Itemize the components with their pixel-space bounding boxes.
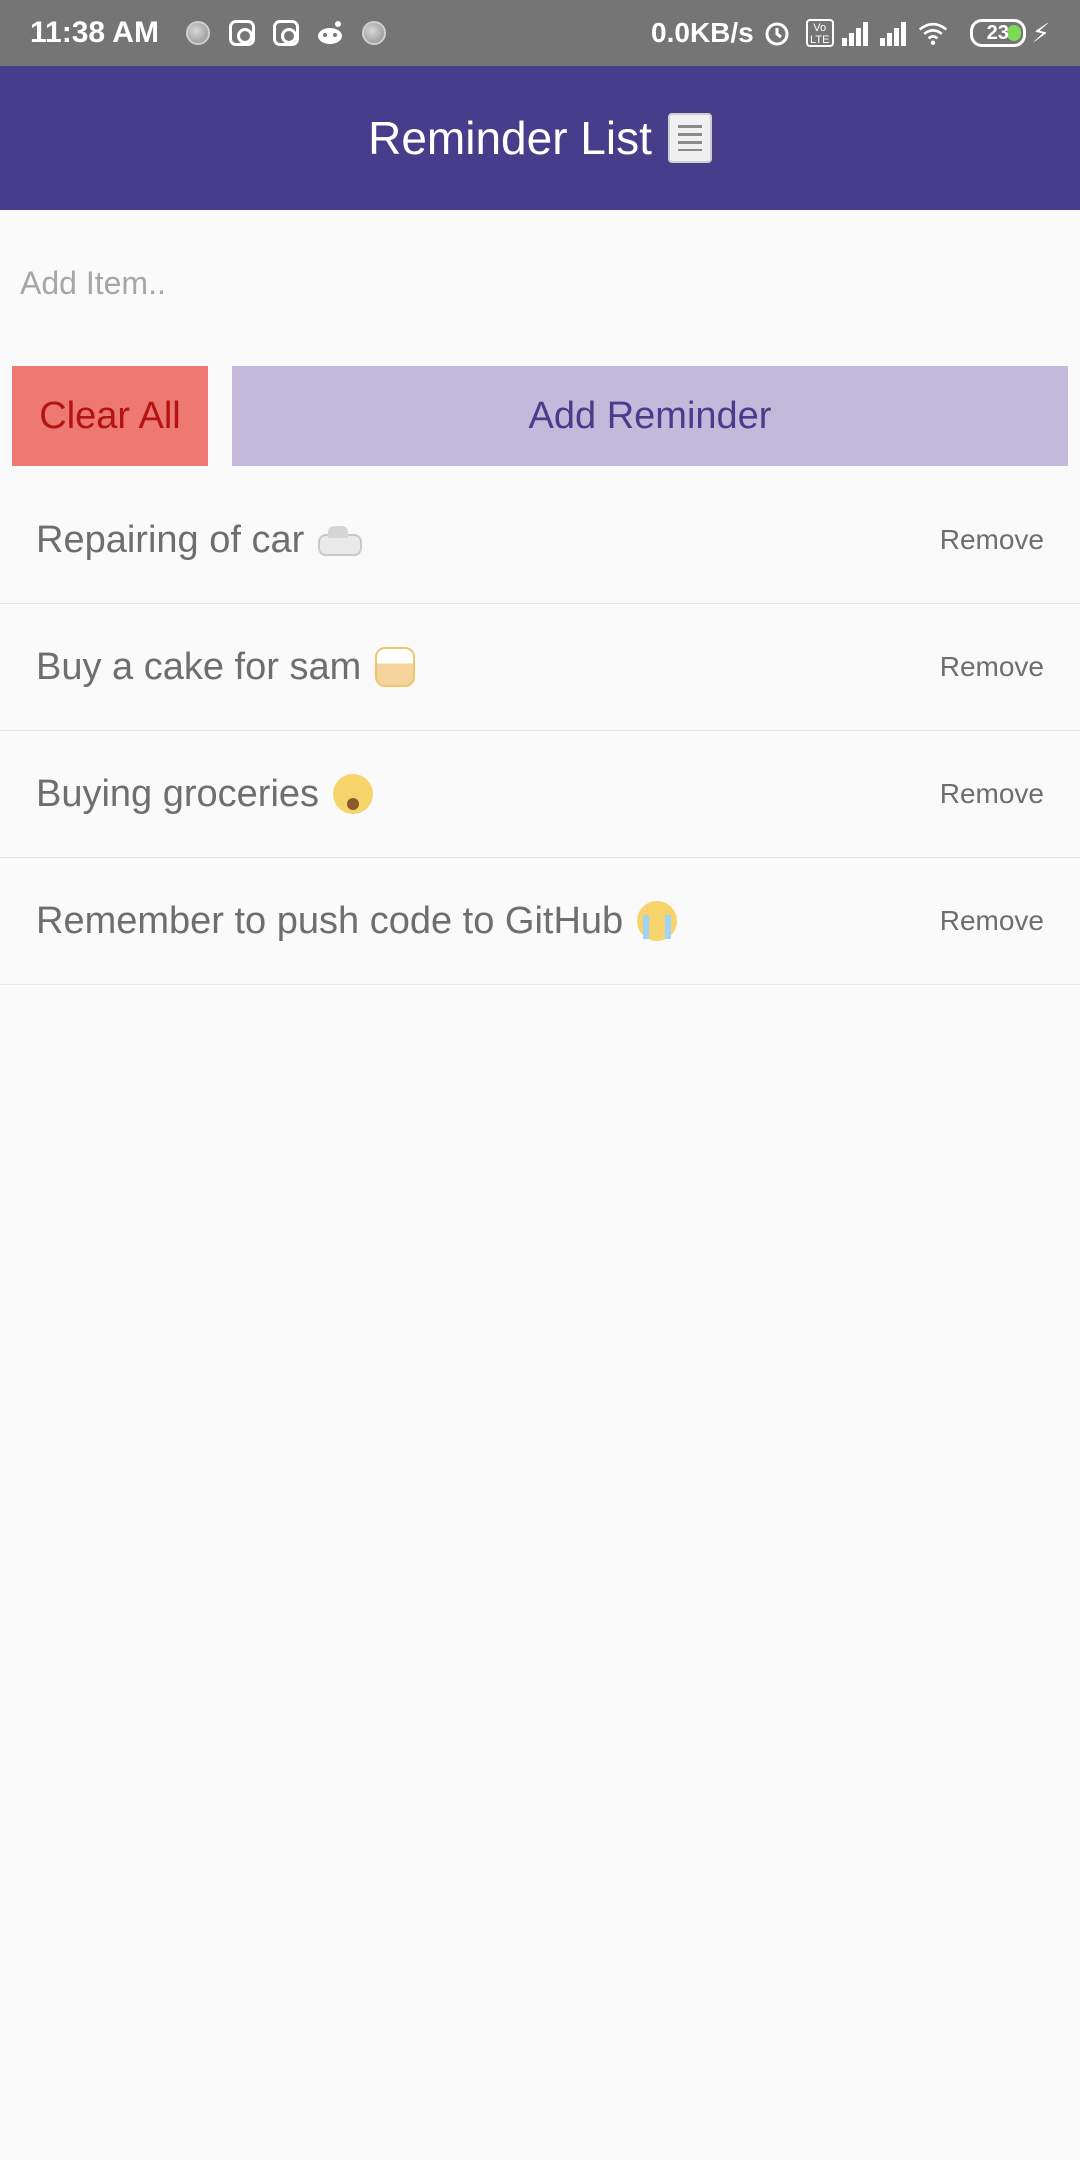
battery-percent: 23 bbox=[986, 21, 1009, 44]
status-bar: 11:38 AM 0.0KB/s Vo LTE 23 ⚡ bbox=[0, 0, 1080, 66]
instagram-icon bbox=[271, 18, 301, 48]
volte-icon: Vo LTE bbox=[805, 19, 834, 47]
page-title: Reminder List bbox=[368, 112, 652, 164]
list-item: Buying groceries Remove bbox=[0, 731, 1080, 858]
scroll-icon bbox=[667, 113, 712, 163]
reminder-text: Repairing of car bbox=[36, 518, 305, 561]
reddit-icon bbox=[315, 18, 345, 48]
crying-face-emoji-icon bbox=[637, 901, 678, 941]
reminder-text: Buying groceries bbox=[36, 772, 320, 815]
status-time: 11:38 AM bbox=[30, 16, 159, 49]
status-right: 0.0KB/s Vo LTE 23 ⚡ bbox=[651, 17, 1050, 49]
reminder-list: Repairing of car Remove Buy a cake for s… bbox=[0, 477, 1080, 985]
status-left: 11:38 AM bbox=[30, 16, 403, 50]
signal-icon bbox=[879, 20, 908, 46]
battery-icon: 23 bbox=[969, 19, 1026, 47]
reminder-text: Remember to push code to GitHub bbox=[36, 899, 624, 942]
car-emoji-icon bbox=[318, 520, 363, 560]
notification-dot-icon bbox=[359, 18, 389, 48]
list-item: Buy a cake for sam Remove bbox=[0, 604, 1080, 731]
alarm-icon bbox=[762, 18, 792, 48]
list-item: Remember to push code to GitHub Remove bbox=[0, 858, 1080, 985]
remove-button[interactable]: Remove bbox=[940, 651, 1044, 683]
list-item: Repairing of car Remove bbox=[0, 477, 1080, 604]
app-bar: Reminder List bbox=[0, 66, 1080, 210]
remove-button[interactable]: Remove bbox=[940, 905, 1044, 937]
network-speed: 0.0KB/s bbox=[651, 17, 754, 48]
notification-dot-icon bbox=[183, 18, 213, 48]
remove-button[interactable]: Remove bbox=[940, 778, 1044, 810]
reminder-text: Buy a cake for sam bbox=[36, 645, 362, 688]
add-reminder-button[interactable]: Add Reminder bbox=[232, 366, 1068, 466]
cake-emoji-icon bbox=[375, 647, 416, 687]
clear-all-button[interactable]: Clear All bbox=[12, 366, 208, 466]
signal-icon bbox=[841, 20, 870, 46]
instagram-icon bbox=[227, 18, 257, 48]
remove-button[interactable]: Remove bbox=[940, 524, 1044, 556]
wifi-icon bbox=[918, 18, 948, 48]
charging-icon: ⚡ bbox=[1031, 17, 1050, 48]
drooling-face-emoji-icon bbox=[333, 774, 374, 814]
add-item-input[interactable] bbox=[0, 250, 1080, 316]
